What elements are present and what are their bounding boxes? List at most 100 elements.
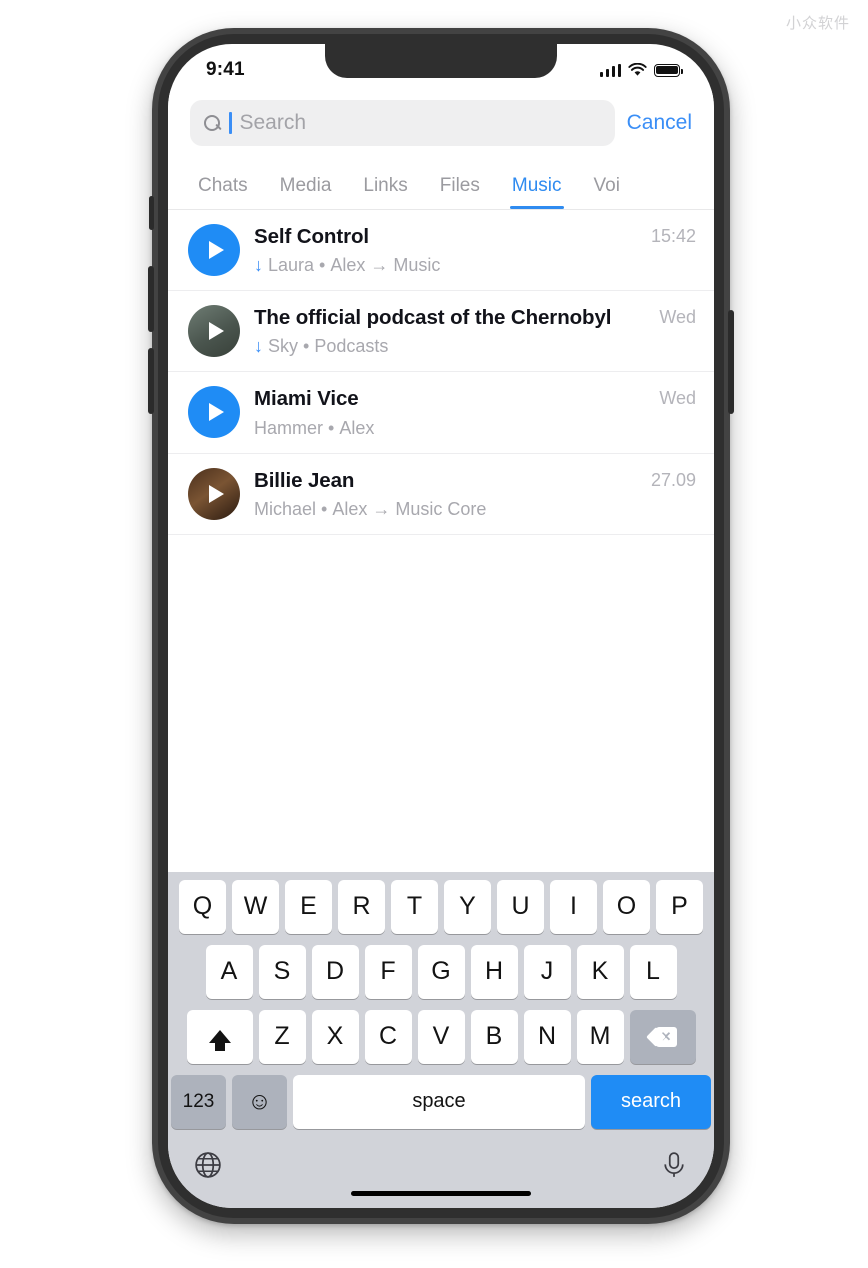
download-arrow-icon: ↓ — [254, 255, 263, 276]
home-indicator[interactable] — [351, 1190, 531, 1196]
key-b[interactable]: B — [470, 1009, 518, 1064]
on-screen-keyboard[interactable]: Q W E R T Y U I O P A S D F G H J K L Z … — [168, 871, 714, 1208]
key-w[interactable]: W — [232, 879, 279, 934]
backspace-icon: ✕ — [645, 1026, 677, 1047]
search-icon — [204, 114, 221, 132]
key-o[interactable]: O — [603, 879, 650, 934]
cancel-button[interactable]: Cancel — [627, 111, 694, 135]
key-x[interactable]: X — [311, 1009, 359, 1064]
mute-switch-button[interactable] — [149, 196, 154, 230]
key-r[interactable]: R — [338, 879, 385, 934]
key-u[interactable]: U — [497, 879, 544, 934]
globe-icon[interactable] — [193, 1150, 223, 1180]
track-subtitle: Michael • Alex → Music Core — [254, 496, 631, 522]
tab-chats[interactable]: Chats — [182, 175, 264, 209]
track-title: Self Control — [254, 225, 369, 248]
track-meta: Alex → Music — [330, 255, 441, 276]
key-z[interactable]: Z — [258, 1009, 306, 1064]
separator-dot: • — [321, 498, 328, 519]
track-meta: Alex → Music Core — [332, 498, 487, 519]
track-subtitle: Hammer • Alex — [254, 415, 639, 441]
key-l[interactable]: L — [629, 944, 677, 999]
emoji-key[interactable]: ☺ — [232, 1074, 287, 1129]
avatar[interactable] — [188, 224, 240, 276]
power-button[interactable] — [728, 310, 734, 414]
device-notch — [325, 44, 557, 78]
key-d[interactable]: D — [311, 944, 359, 999]
keyboard-bottom-bar — [171, 1137, 711, 1189]
key-k[interactable]: K — [576, 944, 624, 999]
track-artist: Hammer — [254, 417, 324, 438]
list-item[interactable]: Self Control ↓ Laura • Alex → Music 15:4… — [168, 210, 714, 292]
list-item-body: Miami Vice Hammer • Alex — [254, 384, 645, 440]
track-subtitle: ↓ Sky • Podcasts — [254, 333, 639, 359]
tab-media[interactable]: Media — [264, 175, 348, 209]
list-item-body: Billie Jean Michael • Alex → Music Core — [254, 466, 637, 522]
play-icon — [209, 484, 224, 503]
list-item[interactable]: Miami Vice Hammer • Alex Wed — [168, 372, 714, 454]
key-h[interactable]: H — [470, 944, 518, 999]
track-timestamp: Wed — [659, 388, 696, 409]
tab-music[interactable]: Music — [496, 175, 578, 209]
play-icon — [209, 403, 224, 422]
key-t[interactable]: T — [391, 879, 438, 934]
space-key[interactable]: space — [293, 1074, 585, 1129]
screenshot-root: 小众软件 9:41 Search Cancel Chats Media Link… — [0, 0, 868, 1268]
avatar[interactable] — [188, 305, 240, 358]
key-m[interactable]: M — [576, 1009, 624, 1064]
track-title: Miami Vice — [254, 387, 359, 411]
track-meta: Podcasts — [314, 336, 389, 357]
list-item[interactable]: Beat It ↓ Michael • Saved Messages 21.09 — [168, 535, 714, 540]
key-v[interactable]: V — [417, 1009, 465, 1064]
track-artist: Laura — [268, 255, 315, 276]
key-g[interactable]: G — [417, 944, 465, 999]
play-icon — [209, 322, 224, 341]
key-n[interactable]: N — [523, 1009, 571, 1064]
track-timestamp: Wed — [659, 307, 696, 328]
list-item[interactable]: Billie Jean Michael • Alex → Music Core … — [168, 454, 714, 535]
emoji-icon: ☺ — [247, 1087, 272, 1115]
microphone-icon[interactable] — [659, 1150, 689, 1180]
avatar[interactable] — [188, 467, 240, 520]
volume-down-button[interactable] — [148, 348, 154, 414]
text-cursor — [229, 112, 232, 134]
key-c[interactable]: C — [364, 1009, 412, 1064]
key-i[interactable]: I — [550, 879, 597, 934]
key-j[interactable]: J — [523, 944, 571, 999]
separator-dot: • — [328, 417, 335, 438]
shift-key[interactable] — [186, 1009, 253, 1064]
music-results-list[interactable]: Self Control ↓ Laura • Alex → Music 15:4… — [168, 210, 714, 540]
tab-files[interactable]: Files — [424, 175, 496, 209]
key-y[interactable]: Y — [444, 879, 491, 934]
key-a[interactable]: A — [205, 944, 253, 999]
key-p[interactable]: P — [656, 879, 703, 934]
delete-key[interactable]: ✕ — [629, 1009, 696, 1064]
wifi-icon — [628, 63, 647, 76]
track-title: The official podcast of the Chernobyl — [254, 306, 612, 330]
key-q[interactable]: Q — [179, 879, 226, 934]
battery-full-icon — [654, 63, 683, 77]
search-input[interactable]: Search — [190, 100, 615, 146]
search-filter-tabs: Chats Media Links Files Music Voi — [168, 160, 714, 210]
search-return-key[interactable]: search — [591, 1074, 711, 1129]
list-item[interactable]: The official podcast of the Chernobyl ↓ … — [168, 291, 714, 373]
status-bar-indicators — [599, 63, 683, 77]
key-s[interactable]: S — [258, 944, 306, 999]
avatar[interactable] — [188, 386, 240, 439]
keyboard-row-2: A S D F G H J K L — [171, 944, 711, 999]
tab-voice[interactable]: Voi — [578, 175, 636, 209]
watermark: 小众软件 — [785, 14, 850, 32]
key-f[interactable]: F — [364, 944, 412, 999]
track-title: Billie Jean — [254, 468, 355, 492]
keyboard-row-1: Q W E R T Y U I O P — [171, 879, 711, 934]
download-arrow-icon: ↓ — [254, 336, 263, 357]
track-artist: Michael — [254, 498, 317, 519]
tab-links[interactable]: Links — [347, 175, 423, 209]
key-e[interactable]: E — [285, 879, 332, 934]
track-timestamp: 15:42 — [650, 226, 696, 246]
keyboard-row-4: 123 ☺ space search — [171, 1074, 711, 1129]
shift-icon — [208, 1030, 231, 1051]
numbers-key[interactable]: 123 — [171, 1074, 226, 1129]
track-subtitle: ↓ Laura • Alex → Music — [254, 252, 631, 278]
volume-up-button[interactable] — [148, 266, 154, 332]
